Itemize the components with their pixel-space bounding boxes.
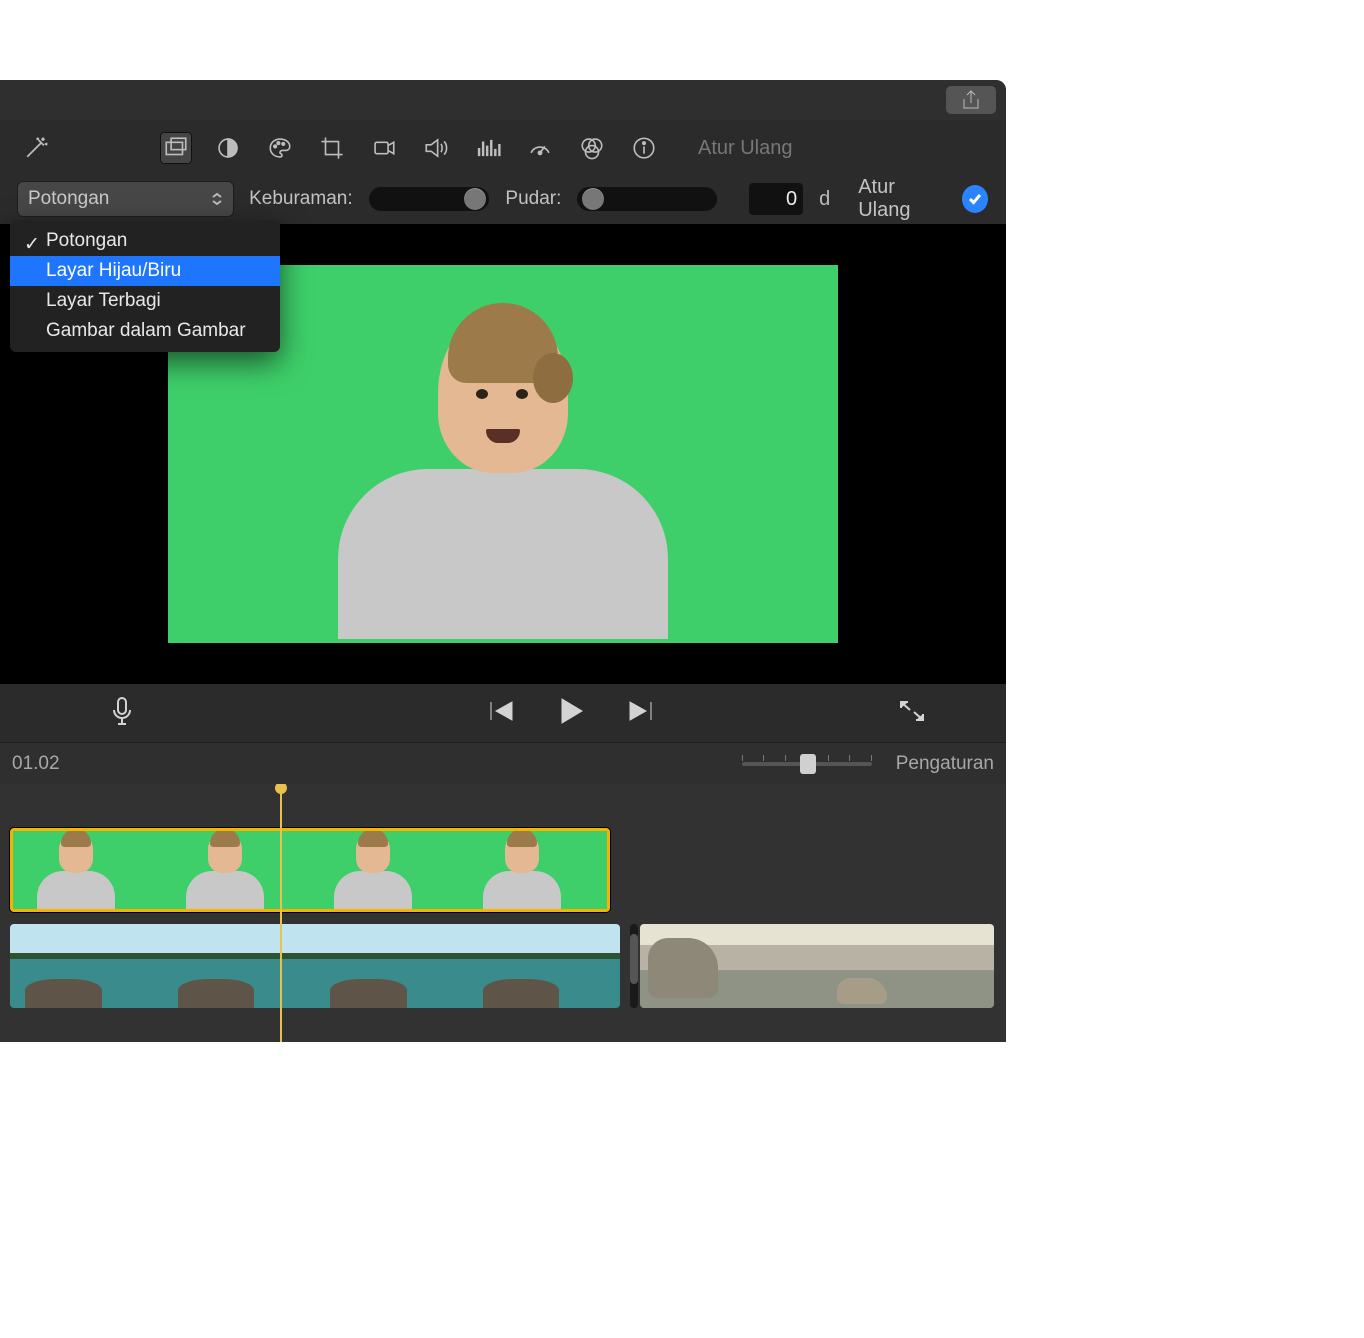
skip-forward-icon [628, 700, 654, 722]
info-icon [631, 135, 657, 161]
blur-slider[interactable] [369, 187, 490, 211]
transport-bar [0, 684, 1006, 742]
timeline-header: 01.02 Pengaturan [0, 742, 1006, 784]
main-clip-2[interactable] [640, 924, 994, 1008]
play-icon [558, 697, 584, 725]
slider-thumb[interactable] [800, 754, 816, 774]
fade-label: Pudar: [505, 188, 561, 210]
clip-frame [817, 924, 994, 1008]
microphone-icon [110, 696, 134, 726]
menu-item-cutaway[interactable]: ✓ Potongan [10, 226, 280, 256]
main-clip-1[interactable] [10, 924, 620, 1008]
skip-back-icon [488, 700, 514, 722]
info-tool[interactable] [628, 132, 660, 164]
fullscreen-button[interactable] [898, 699, 926, 728]
clip-frame [13, 831, 162, 909]
clip-frame [459, 831, 608, 909]
wand-icon [22, 134, 50, 162]
zoom-slider[interactable] [742, 762, 872, 766]
controls-reset[interactable]: Atur Ulang [858, 176, 946, 222]
speed-tool[interactable] [524, 132, 556, 164]
next-button[interactable] [628, 700, 654, 727]
apply-button[interactable] [962, 185, 988, 213]
clip-scrollbar[interactable] [630, 924, 638, 1008]
equalizer-tool[interactable] [472, 132, 504, 164]
magic-wand-button[interactable] [20, 132, 52, 164]
crop-icon [319, 135, 345, 161]
expand-icon [898, 699, 926, 723]
slider-thumb[interactable] [464, 188, 486, 210]
title-bar [0, 80, 1006, 120]
volume-tool[interactable] [420, 132, 452, 164]
overlay-icon [163, 135, 189, 161]
clip-frame [163, 924, 316, 1008]
slider-thumb[interactable] [582, 188, 604, 210]
app-window: Atur Ulang Potongan ✓ Potongan Layar Hij… [0, 80, 1006, 1042]
toolbar-reset[interactable]: Atur Ulang [698, 137, 793, 160]
duration-value: 0 [786, 188, 797, 211]
chevron-updown-icon [211, 192, 223, 206]
camera-icon [371, 135, 397, 161]
venn-icon [579, 135, 605, 161]
playhead[interactable] [280, 784, 282, 1042]
blur-label: Keburaman: [249, 188, 353, 210]
clip-frame [162, 831, 311, 909]
menu-item-label: Layar Hijau/Biru [46, 260, 181, 281]
settings-button[interactable]: Pengaturan [896, 753, 994, 775]
overlay-clip[interactable] [10, 828, 610, 912]
gauge-icon [527, 135, 553, 161]
overlay-tool[interactable] [160, 132, 192, 164]
check-icon: ✓ [24, 233, 40, 256]
subject-person [333, 313, 673, 643]
share-button[interactable] [946, 86, 996, 114]
clip-frame [315, 924, 468, 1008]
check-icon [967, 191, 983, 207]
equalizer-icon [475, 135, 501, 161]
overlay-type-menu: ✓ Potongan Layar Hijau/Biru Layar Terbag… [10, 220, 280, 352]
menu-item-label: Potongan [46, 230, 127, 251]
volume-icon [423, 135, 449, 161]
palette-icon [267, 135, 293, 161]
fade-slider[interactable] [577, 187, 716, 211]
clip-frame [10, 924, 163, 1008]
inspector-toolbar: Atur Ulang [0, 120, 1006, 176]
share-icon [961, 89, 981, 111]
menu-item-pip[interactable]: Gambar dalam Gambar [10, 316, 280, 346]
dropdown-value: Potongan [28, 188, 109, 210]
crop-tool[interactable] [316, 132, 348, 164]
duration-field[interactable]: 0 [749, 183, 803, 215]
stabilize-tool[interactable] [368, 132, 400, 164]
contrast-icon [215, 135, 241, 161]
duration-unit: d [819, 188, 830, 211]
clip-frame [310, 831, 459, 909]
play-button[interactable] [558, 697, 584, 730]
voiceover-button[interactable] [110, 696, 134, 731]
prev-button[interactable] [488, 700, 514, 727]
menu-item-splitscreen[interactable]: Layar Terbagi [10, 286, 280, 316]
menu-item-label: Gambar dalam Gambar [46, 320, 246, 341]
contrast-tool[interactable] [212, 132, 244, 164]
timeline[interactable] [0, 784, 1006, 1042]
filter-tool[interactable] [576, 132, 608, 164]
overlay-controls: Potongan ✓ Potongan Layar Hijau/Biru Lay… [0, 176, 1006, 222]
color-tool[interactable] [264, 132, 296, 164]
menu-item-greenscreen[interactable]: Layar Hijau/Biru [10, 256, 280, 286]
menu-item-label: Layar Terbagi [46, 290, 161, 311]
clip-frame [640, 924, 817, 1008]
timecode: 01.02 [12, 753, 60, 775]
clip-frame [468, 924, 621, 1008]
overlay-type-dropdown[interactable]: Potongan [18, 182, 233, 216]
